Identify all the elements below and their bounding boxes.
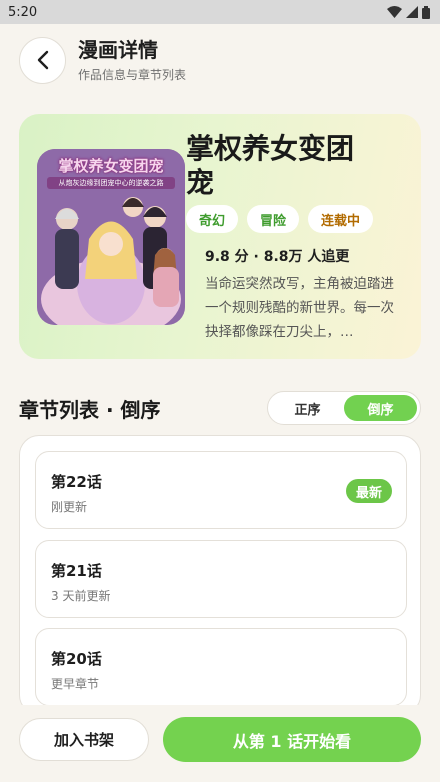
chevron-left-icon — [37, 50, 48, 70]
sort-descending-button[interactable]: 倒序 — [344, 395, 417, 421]
battery-icon — [422, 5, 430, 19]
chapter-section-header: 章节列表 · 倒序 正序 倒序 — [19, 390, 421, 426]
chapter-section-title: 章节列表 · 倒序 — [19, 397, 161, 422]
tag-genre-fantasy[interactable]: 奇幻 — [186, 205, 239, 233]
status-bar: 5:20 — [0, 0, 440, 24]
comic-description: 当命运突然改写，主角被迫踏进一个规则残酷的新世界。每一次抉择都像踩在刀尖上，… — [205, 276, 394, 340]
latest-badge: 最新 — [345, 479, 392, 503]
page-header: 漫画详情 作品信息与章节列表 — [19, 36, 421, 84]
back-button[interactable] — [19, 36, 66, 84]
add-to-shelf-button[interactable]: 加入书架 — [19, 718, 149, 761]
tag-status[interactable]: 连载中 — [308, 205, 374, 233]
wifi-icon — [387, 6, 402, 18]
sort-toggle[interactable]: 正序 倒序 — [267, 391, 421, 425]
chapter-meta: 3 天前更新 — [51, 589, 111, 603]
page-subtitle: 作品信息与章节列表 — [78, 68, 187, 82]
status-time: 5:20 — [8, 4, 38, 20]
chapter-meta: 更早章节 — [51, 677, 100, 691]
header-text: 漫画详情 作品信息与章节列表 — [78, 37, 186, 83]
chapter-item[interactable]: 第22话 刚更新 最新 — [35, 451, 407, 529]
bottom-action-bar: 加入书架 从第 1 话开始看 — [0, 705, 440, 782]
sort-ascending-button[interactable]: 正序 — [271, 395, 344, 421]
tag-list: 奇幻 冒险 连载中 — [186, 205, 374, 233]
rating-text: 9.8 分 · 8.8万 人追更 — [205, 249, 350, 265]
signal-icon — [406, 6, 418, 18]
chapter-title: 第22话 — [51, 473, 102, 491]
status-icons — [387, 5, 430, 19]
chapter-item[interactable]: 第20话 更早章节 — [35, 628, 407, 706]
comic-title: 掌权养女变团宠 — [186, 132, 355, 199]
comic-cover[interactable]: 掌权养女变团宠 从炮灰边缘到团宠中心的逆袭之路 — [37, 149, 185, 325]
chapter-item[interactable]: 第21话 3 天前更新 — [35, 540, 407, 618]
chapter-meta: 刚更新 — [51, 500, 88, 514]
cover-subtitle: 从炮灰边缘到团宠中心的逆袭之路 — [47, 177, 175, 189]
chapter-title: 第21话 — [51, 562, 102, 580]
cover-title: 掌权养女变团宠 — [58, 157, 164, 175]
start-reading-button[interactable]: 从第 1 话开始看 — [163, 717, 421, 762]
chapter-list: 第22话 刚更新 最新 第21话 3 天前更新 第20话 更早章节 — [19, 435, 421, 715]
tag-genre-adventure[interactable]: 冒险 — [247, 205, 300, 233]
page-title: 漫画详情 — [78, 38, 158, 62]
chapter-title: 第20话 — [51, 650, 102, 668]
